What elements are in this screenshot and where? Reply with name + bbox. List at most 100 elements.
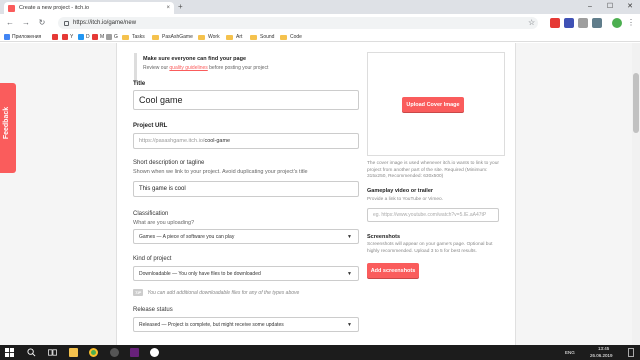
apps-grid-icon [4,34,10,40]
notifications-icon[interactable] [628,348,634,357]
bookmark-folder-art[interactable]: Art [226,33,242,41]
classification-select[interactable]: Games — A piece of software you can play… [133,229,359,244]
folder-label: Work [208,34,220,40]
video-url-input[interactable]: eg. https://www.youtube.com/watch?v=5.IE… [367,208,499,222]
forward-icon[interactable]: → [20,17,32,29]
folder-icon [280,34,287,40]
screenshots-hint: Screenshots will appear on your game's p… [367,242,493,254]
site-icon [106,34,112,40]
video-url-placeholder: eg. https://www.youtube.com/watch?v=5.IE… [373,212,487,218]
folder-icon [122,34,129,40]
clock-time[interactable]: 13:45 [598,346,609,351]
video-label: Gameplay video or trailer [367,188,434,194]
bookmark-apps[interactable]: Приложения [4,33,41,41]
back-icon[interactable]: ← [4,17,16,29]
folder-label: PasAshGame [162,34,193,40]
profile-avatar[interactable] [612,18,622,28]
project-url-input[interactable]: https://pasashgame.itch.io/cool-game [133,133,359,149]
minimize-button[interactable]: – [580,0,600,14]
extension-icon[interactable] [592,18,602,28]
address-url: https://itch.io/game/new [73,20,137,26]
bookmark-item[interactable]: M [92,33,104,41]
windows-taskbar: ENG 13:45 26.06.2019 [0,345,640,360]
feedback-label: Feedback [3,106,10,140]
task-view-icon[interactable] [48,348,57,357]
tip-text: You can add additional downloadable file… [147,290,300,296]
new-tab-button[interactable]: + [178,2,183,12]
browser-tab[interactable]: Create a new project - itch.io × [4,2,174,14]
kind-of-project-select[interactable]: Downloadable — You only have files to be… [133,266,359,281]
bookmark-folder-code[interactable]: Code [280,33,302,41]
bookmark-item[interactable] [52,33,60,41]
browser-toolbar: ← → ↻ https://itch.io/game/new ☆ ⋮ [0,14,640,32]
kind-of-project-label: Kind of project [133,256,172,262]
short-description-value: This game is cool [139,186,186,192]
release-status-select[interactable]: Released — Project is complete, but migh… [133,317,359,332]
classification-value: Games — A piece of software you can play [139,233,235,240]
site-icon [78,34,84,40]
cover-image-hint: The cover image is used whenever itch.io… [367,161,499,179]
chrome-icon[interactable] [89,348,98,357]
gmail-icon [92,34,98,40]
visual-studio-icon[interactable] [130,348,139,357]
video-hint: Provide a link to YouTube or Vimeo. [367,197,443,202]
scrollbar-thumb[interactable] [633,73,639,133]
tab-title: Create a new project - itch.io [19,5,90,11]
short-description-input[interactable]: This game is cool [133,181,359,197]
maximize-button[interactable]: ☐ [600,0,620,14]
app-icon[interactable] [110,348,119,357]
extension-icon[interactable] [550,18,560,28]
title-value: Cool game [139,95,183,105]
file-explorer-icon[interactable] [69,348,78,357]
bookmark-folder-sound[interactable]: Sound [250,33,274,41]
chevron-down-icon: ▼ [347,321,352,328]
bookmark-label: Y [70,34,74,40]
extension-icon[interactable] [578,18,588,28]
browser-menu-icon[interactable]: ⋮ [627,17,635,29]
itchio-favicon-icon [8,4,15,12]
classification-hint: What are you uploading? [133,220,195,226]
address-bar[interactable]: https://itch.io/game/new [58,17,538,29]
bookmark-label: D [86,34,90,40]
bookmark-folder-work[interactable]: Work [198,33,220,41]
folder-label: Code [290,34,302,40]
tab-strip: Create a new project - itch.io × + – ☐ ✕ [0,0,640,14]
bookmark-item[interactable]: D [78,33,90,41]
quality-guidelines-link[interactable]: quality guidelines [169,65,207,71]
bookmark-item[interactable]: G [106,33,118,41]
short-description-hint: Shown when we link to your project. Avoi… [133,169,308,175]
release-status-label: Release status [133,307,173,313]
extension-icon[interactable] [564,18,574,28]
bookmark-folder-tasks[interactable]: Tasks [122,33,145,41]
close-window-button[interactable]: ✕ [620,0,640,14]
search-icon[interactable] [27,348,36,357]
feedback-tab[interactable]: Feedback [0,83,16,173]
url-prefix: https://pasashgame.itch.io/ [139,138,205,144]
quality-notice: Make sure everyone can find your page Re… [134,53,360,83]
release-status-value: Released — Project is complete, but migh… [139,321,284,328]
clock-date[interactable]: 26.06.2019 [590,353,613,358]
tip-badge: TIP [133,289,144,296]
bookmark-folder-pasashgame[interactable]: PasAshGame [152,33,193,41]
bookmark-item[interactable]: Y [62,33,73,41]
unity-icon[interactable] [150,348,159,357]
title-input[interactable]: Cool game [133,90,359,110]
upload-cover-image-button[interactable]: Upload Cover Image [402,97,464,112]
windows-start-icon[interactable] [5,348,14,357]
classification-label: Classification [133,211,169,217]
add-screenshots-button[interactable]: Add screenshots [367,263,419,278]
folder-label: Tasks [132,34,145,40]
folder-icon [250,34,257,40]
page-scrollbar[interactable] [632,43,640,345]
bookmarks-bar: Приложения Y D M G Tasks PasAshGame Work… [0,32,640,42]
bookmark-label: G [114,34,118,40]
chevron-down-icon: ▼ [347,270,352,277]
screenshots-label: Screenshots [367,234,401,240]
folder-icon [198,34,205,40]
reload-icon[interactable]: ↻ [36,17,48,29]
bookmark-star-icon[interactable]: ☆ [528,17,535,29]
tab-close-icon[interactable]: × [166,5,170,11]
yandex-icon [62,34,68,40]
language-indicator[interactable]: ENG [565,350,575,355]
lock-icon [64,20,69,26]
